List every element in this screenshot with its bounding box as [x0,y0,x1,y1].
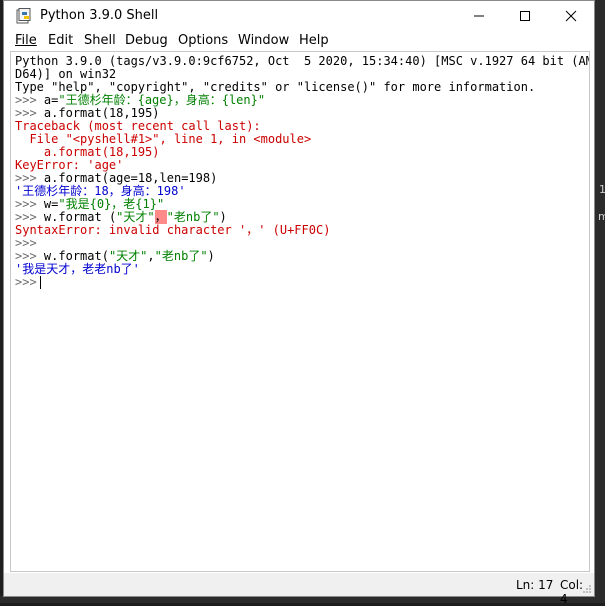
background-text-fragment: 1 [599,183,605,196]
string-literal: "王德杉年龄：{age}，身高：{len}" [58,93,266,107]
code: w.format( [43,249,109,263]
line-number: Ln: 17 [516,578,554,592]
code: , [147,249,155,263]
prompt: >>> [15,197,37,211]
menu-debug[interactable]: Debug [125,33,168,48]
prompt: >>> [15,236,37,250]
minimize-button[interactable] [456,1,502,31]
prompt: >>> [15,210,37,224]
string-literal: "天才" [108,249,148,263]
resize-grip-icon[interactable] [582,584,592,594]
prompt: >>> [15,171,37,185]
prompt: >>> [15,93,37,107]
menu-edit[interactable]: Edit [48,33,73,48]
prompt: >>> [15,106,37,120]
menu-label: Edit [48,33,74,48]
menu-help[interactable]: Help [299,33,329,48]
title-bar[interactable]: Python 3.9.0 Shell [4,1,594,31]
maximize-button[interactable] [502,1,548,31]
window-title: Python 3.9.0 Shell [40,8,159,23]
prompt: >>> [15,275,37,289]
code: ) [207,249,215,263]
code: w= [43,197,59,211]
maximize-icon [520,11,530,21]
prompt: >>> [15,249,37,263]
close-icon [565,10,577,22]
code: a= [43,93,59,107]
shell-text-area[interactable]: Python 3.9.0 (tags/v3.9.0:9cf6752, Oct 5… [10,51,590,572]
idle-shell-window: Python 3.9.0 Shell File Edit Shell Debug… [3,0,595,606]
menu-label: Window [238,33,290,48]
string-literal: "天才" [116,210,155,224]
minimize-icon [474,15,484,17]
menu-shell[interactable]: Shell [84,33,116,48]
close-button[interactable] [548,1,594,31]
status-bar: Ln: 17 Col: 4 [4,573,594,606]
menu-label: File [15,33,37,48]
code: a.format(18,195) [43,106,160,120]
string-literal: "老nb了" [154,249,208,263]
menu-file[interactable]: File [15,33,37,48]
menu-label: Options [178,33,229,48]
menu-bar: File Edit Shell Debug Options Window Hel… [4,31,594,51]
code: ) [219,210,227,224]
menu-label: Debug [125,33,168,48]
background-text-fragment: m [598,210,605,223]
code: w.format ( [43,210,117,224]
background-taskbar-edge [0,596,605,603]
error-highlight: ， [154,210,167,224]
code: a.format(age=18,len=198) [43,171,218,185]
string-literal: "老nb了" [166,210,220,224]
python-idle-icon [16,8,31,24]
text-cursor [39,276,41,289]
error-line: SyntaxError: invalid character '，' (U+FF… [15,223,331,237]
input-line[interactable]: >>> [15,276,41,289]
menu-window[interactable]: Window [238,33,289,48]
menu-options[interactable]: Options [178,33,228,48]
background-window-edge [595,0,605,603]
menu-label: Shell [84,33,116,48]
string-literal: "我是{0}，老{1}" [58,197,165,211]
menu-label: Help [299,33,329,48]
